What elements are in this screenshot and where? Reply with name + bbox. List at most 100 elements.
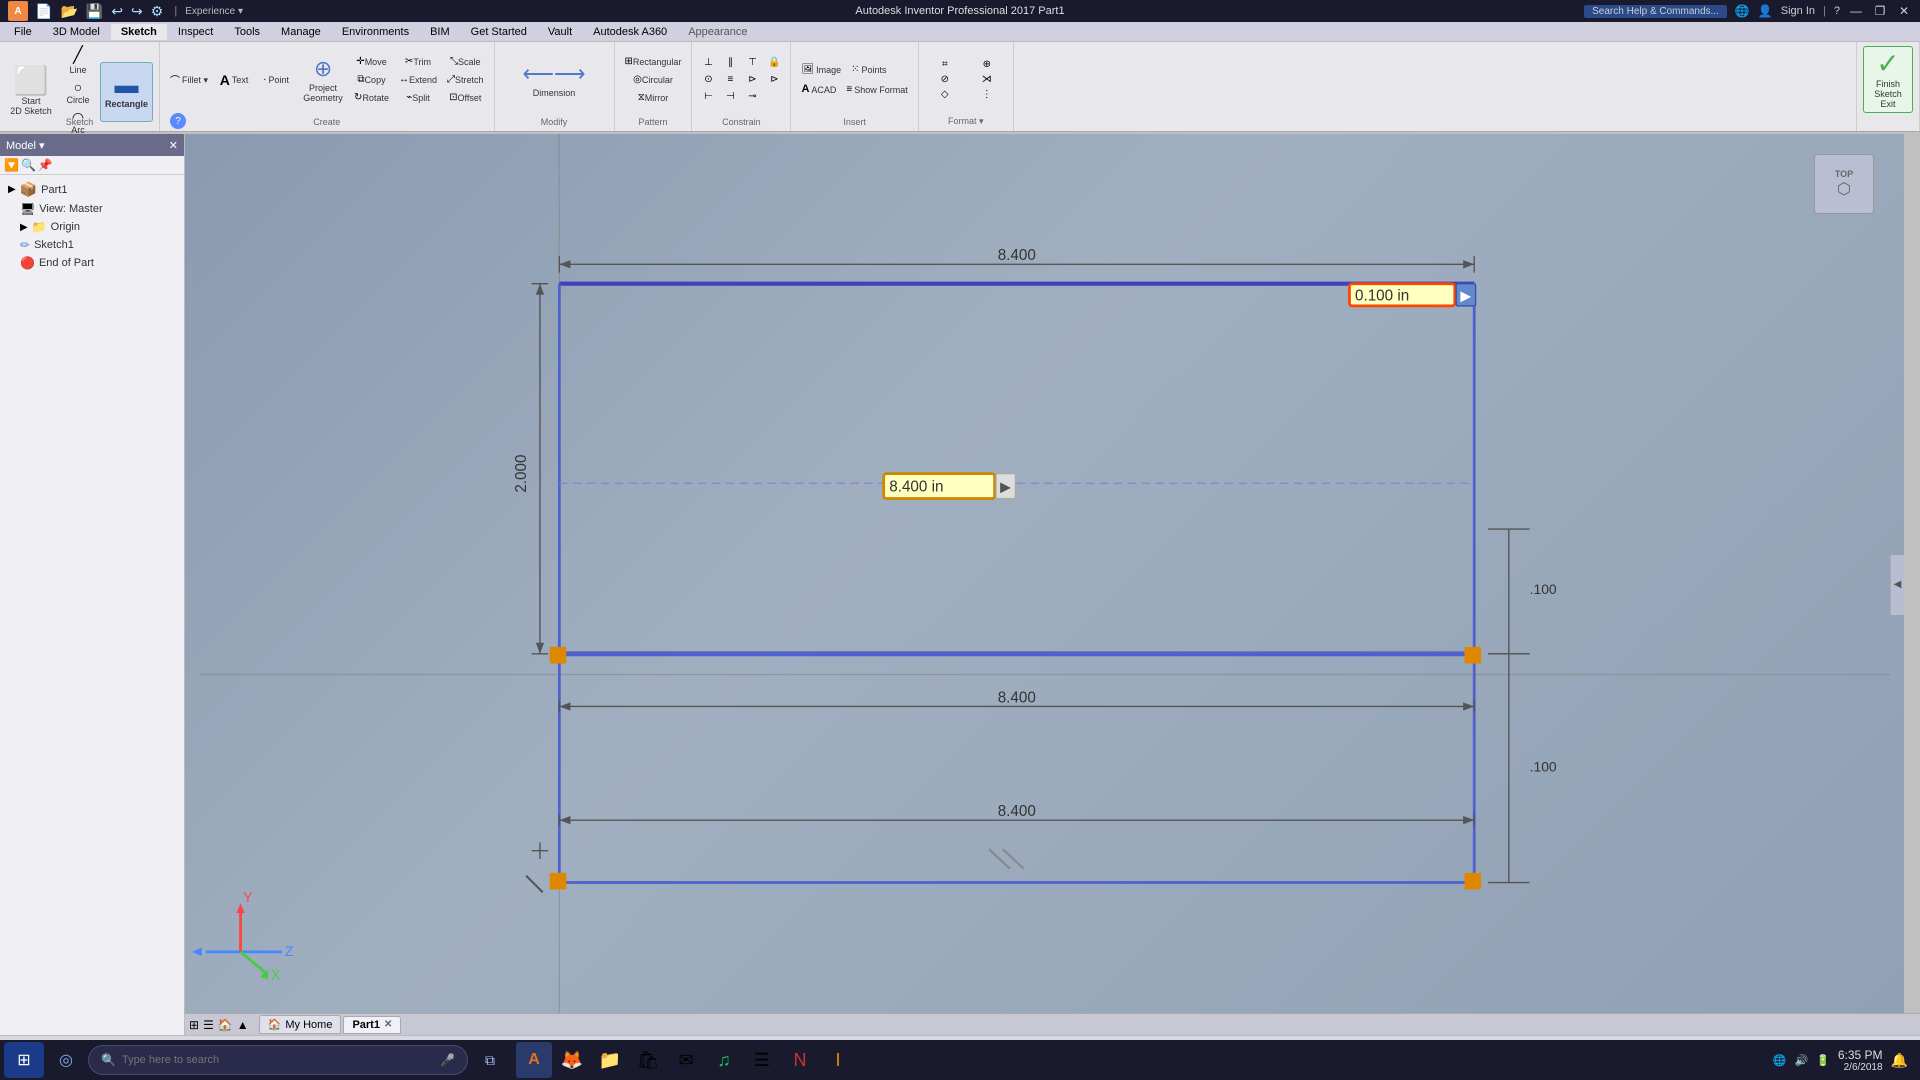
tab-environments[interactable]: Environments xyxy=(332,24,419,40)
extend-btn[interactable]: ↔ Extend xyxy=(395,71,441,88)
new-btn[interactable]: 📄 xyxy=(32,2,55,21)
tab-appearance[interactable]: Appearance xyxy=(678,24,757,40)
fillet-btn[interactable]: ⌒ Fillet ▾ xyxy=(166,69,212,90)
app-spotify[interactable]: ♫ xyxy=(706,1042,742,1078)
image-btn[interactable]: 🖼 Image xyxy=(797,61,845,78)
trim-btn[interactable]: ✂ Trim xyxy=(395,53,441,70)
panel-header[interactable]: Model ▾ ✕ xyxy=(0,134,184,156)
start-btn[interactable]: ⊞ xyxy=(4,1042,44,1078)
text-btn[interactable]: A Text xyxy=(214,69,254,91)
panel-close-btn[interactable]: ✕ xyxy=(169,139,178,152)
tree-item-view-master[interactable]: 🖥 View: Master xyxy=(4,200,180,218)
format-btn6[interactable]: ⋮ xyxy=(967,88,1007,101)
app-inventor[interactable]: A xyxy=(516,1042,552,1078)
point-btn[interactable]: · Point xyxy=(256,71,296,88)
rectangle-btn[interactable]: ▬ Rectangle xyxy=(100,62,153,122)
panel-help-icon[interactable]: ? xyxy=(170,113,186,129)
constrain-e-btn[interactable]: ≡ xyxy=(720,72,740,87)
mic-icon[interactable]: 🎤 xyxy=(440,1053,455,1067)
circular-btn[interactable]: ◎ Circular xyxy=(621,71,686,88)
format-btn5[interactable]: ◇ xyxy=(925,88,965,101)
app-store[interactable]: 🛍 xyxy=(630,1042,666,1078)
points-btn[interactable]: ⁙ Points xyxy=(847,61,890,78)
finish-sketch-btn[interactable]: ✓ FinishSketchExit xyxy=(1863,46,1913,113)
constrain-h-btn[interactable]: ⊥ xyxy=(698,55,718,70)
close-btn[interactable]: ✕ xyxy=(1896,3,1912,19)
tree-item-sketch1[interactable]: ✏ Sketch1 xyxy=(4,236,180,254)
help-btn[interactable]: ? xyxy=(1834,5,1840,17)
tab-autodesk-a360[interactable]: Autodesk A360 xyxy=(583,24,677,40)
panel-collapse-btn[interactable]: ◀ xyxy=(1890,555,1904,615)
app-explorer[interactable]: 📁 xyxy=(592,1042,628,1078)
tab-list-icon[interactable]: ☰ xyxy=(203,1018,214,1032)
format-btn2[interactable]: ⊕ xyxy=(967,58,1007,71)
tab-file[interactable]: File xyxy=(4,24,42,40)
notification-btn[interactable]: 🔔 xyxy=(1891,1052,1908,1069)
format-btn1[interactable]: ⌗ xyxy=(925,58,965,71)
canvas-area[interactable]: 8.400 2.000 8.400 8.400 .100 .100 xyxy=(185,134,1904,1035)
dimension-btn[interactable]: ⟵⟶ Dimension xyxy=(518,50,589,110)
volume-icon[interactable]: 🔊 xyxy=(1794,1054,1808,1067)
tab-3d-model[interactable]: 3D Model xyxy=(43,24,110,40)
tree-item-part1[interactable]: ▶ 📦 Part1 xyxy=(4,179,180,200)
redo-btn[interactable]: ↪ xyxy=(128,2,146,21)
split-btn[interactable]: ⌁ Split xyxy=(395,89,441,106)
search-btn[interactable]: ◎ xyxy=(46,1042,86,1078)
tab-vault[interactable]: Vault xyxy=(538,24,582,40)
undo-btn[interactable]: ↩ xyxy=(108,2,126,21)
line-btn[interactable]: ╱ Line xyxy=(58,46,98,77)
constrain-v-btn[interactable]: ∥ xyxy=(720,55,740,70)
constrain-co-btn[interactable]: ⊣ xyxy=(720,89,740,104)
mirror-btn[interactable]: ⧖ Mirror xyxy=(621,89,686,106)
maximize-btn[interactable]: ❐ xyxy=(1872,3,1888,19)
constrain-p-btn[interactable]: ⊢ xyxy=(698,89,718,104)
copy-btn[interactable]: ⧉ Copy xyxy=(350,71,393,88)
scale-btn[interactable]: ⤡ Scale xyxy=(443,53,488,70)
tab-arrow-up[interactable]: ▲ xyxy=(237,1018,249,1032)
offset-btn[interactable]: ⊡ Offset xyxy=(443,89,488,106)
tab-manage[interactable]: Manage xyxy=(271,24,331,40)
more-qa-btn[interactable]: ⚙ xyxy=(148,2,167,21)
tab-home-btn[interactable]: 🏠 xyxy=(218,1018,233,1032)
app-mail[interactable]: ✉ xyxy=(668,1042,704,1078)
constrain-lock-btn[interactable]: 🔒 xyxy=(764,55,784,70)
rectangular-btn[interactable]: ⊞ Rectangular xyxy=(621,53,686,70)
app-misc3[interactable]: I xyxy=(820,1042,856,1078)
format-btn4[interactable]: ⋊ xyxy=(967,73,1007,86)
clock[interactable]: 6:35 PM 2/6/2018 xyxy=(1838,1048,1883,1073)
constrain-eq-btn[interactable]: ⊸ xyxy=(742,89,762,104)
format-btn3[interactable]: ⊘ xyxy=(925,73,965,86)
sign-in-btn[interactable]: Sign In xyxy=(1781,5,1815,17)
task-view-btn[interactable]: ⧉ xyxy=(470,1042,510,1078)
circle-btn[interactable]: ○ Circle xyxy=(58,78,98,107)
tab-sketch[interactable]: Sketch xyxy=(111,24,167,40)
move-btn[interactable]: ✛ Move xyxy=(350,53,393,70)
tab-inspect[interactable]: Inspect xyxy=(168,24,223,40)
acad-btn[interactable]: A ACAD xyxy=(797,80,840,98)
show-format-btn[interactable]: ≡ Show Format xyxy=(842,80,911,98)
open-btn[interactable]: 📂 xyxy=(57,2,80,21)
search-help-box[interactable]: Search Help & Commands... xyxy=(1584,5,1727,18)
minimize-btn[interactable]: — xyxy=(1848,3,1864,19)
tab-bim[interactable]: BIM xyxy=(420,24,460,40)
constrain-sym-btn[interactable]: ⊳ xyxy=(764,72,784,87)
start-2d-sketch-btn[interactable]: ⬜ Start2D Sketch xyxy=(6,62,56,122)
app-misc1[interactable]: ☰ xyxy=(744,1042,780,1078)
stretch-btn[interactable]: ⤢ Stretch xyxy=(443,71,488,88)
tab-grid-icon[interactable]: ⊞ xyxy=(189,1018,199,1032)
app-misc2[interactable]: N xyxy=(782,1042,818,1078)
tab-get-started[interactable]: Get Started xyxy=(461,24,537,40)
rotate-btn[interactable]: ↻ Rotate xyxy=(350,89,393,106)
taskbar-search-box[interactable]: 🔍 🎤 xyxy=(88,1045,468,1075)
tree-item-origin[interactable]: ▶ 📁 Origin xyxy=(4,218,180,236)
tree-item-end-of-part[interactable]: 🔴 End of Part xyxy=(4,254,180,272)
taskbar-search-input[interactable] xyxy=(122,1054,434,1066)
doc-tab-my-home[interactable]: 🏠 My Home xyxy=(259,1015,342,1034)
app-firefox[interactable]: 🦊 xyxy=(554,1042,590,1078)
doc-tab-part1[interactable]: Part1 ✕ xyxy=(343,1016,401,1034)
constrain-c-btn[interactable]: ⊙ xyxy=(698,72,718,87)
tab-tools[interactable]: Tools xyxy=(224,24,270,40)
nav-cube[interactable]: TOP ⬡ xyxy=(1814,154,1874,214)
constrain-t-btn[interactable]: ⊤ xyxy=(742,55,762,70)
network-status-icon[interactable]: 🌐 xyxy=(1773,1054,1787,1067)
